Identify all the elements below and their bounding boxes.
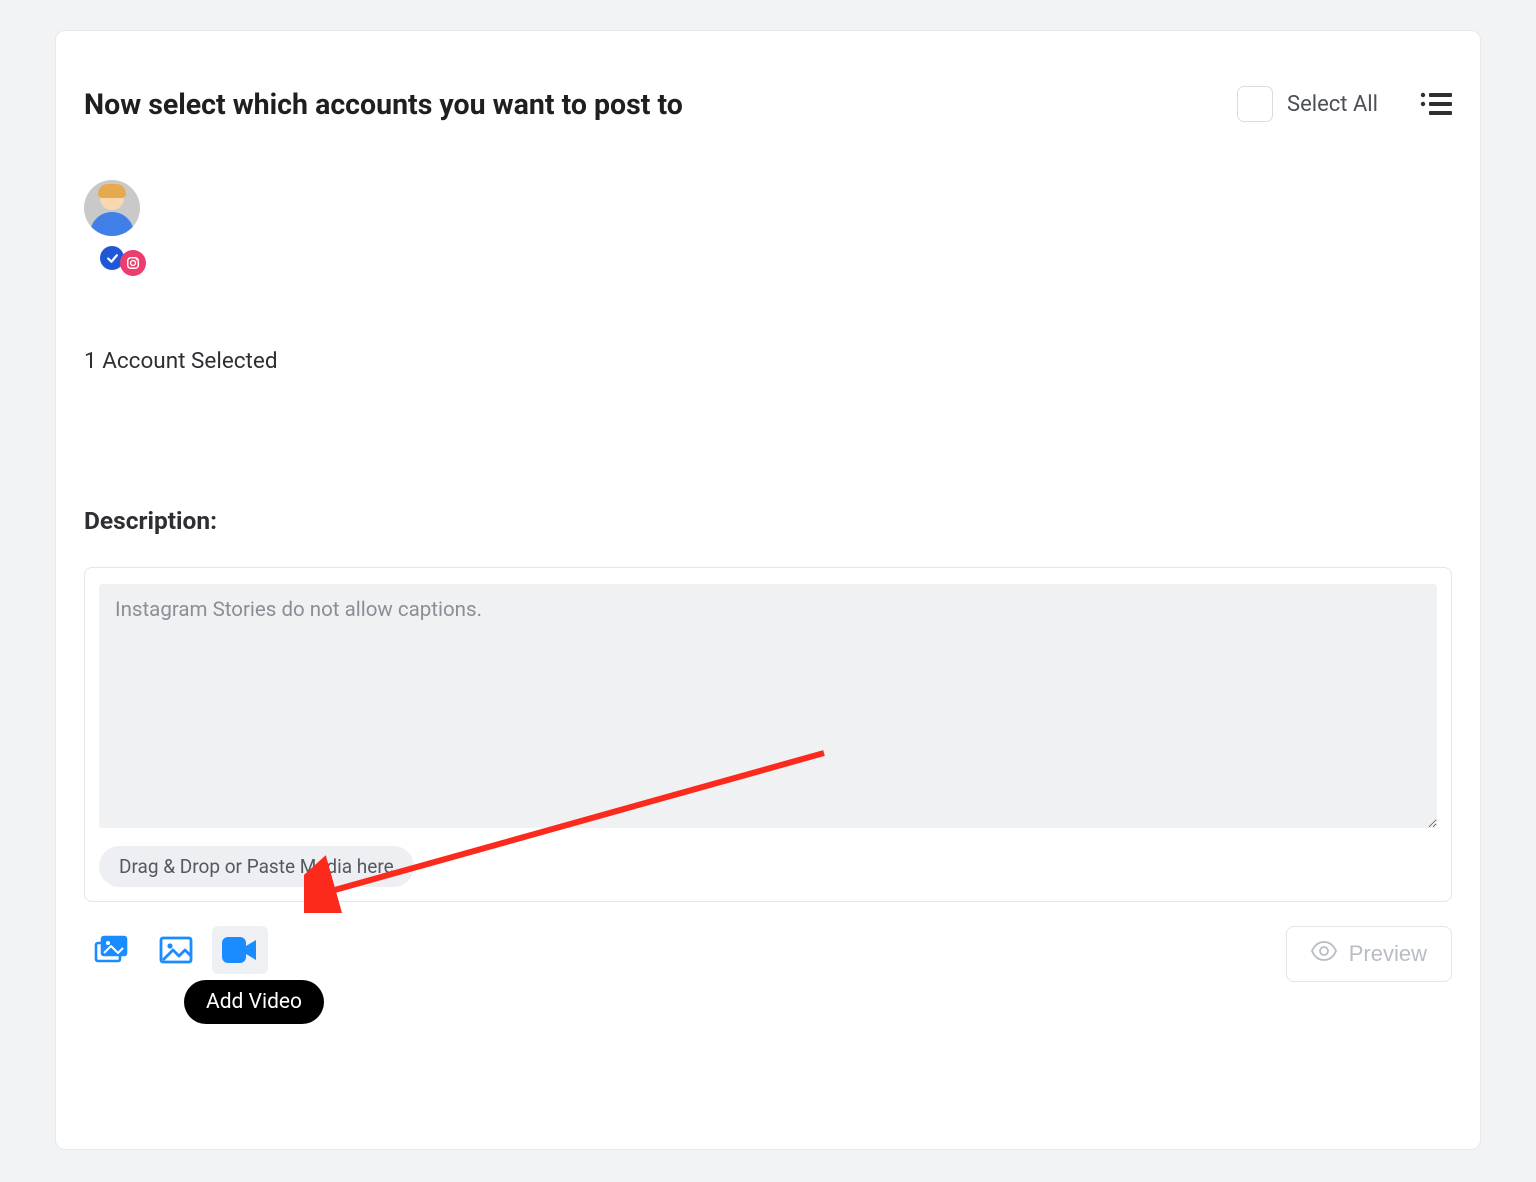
drag-drop-hint[interactable]: Drag & Drop or Paste Media here — [99, 846, 414, 887]
image-icon — [159, 936, 193, 964]
media-library-icon — [94, 935, 130, 965]
add-image-button[interactable] — [148, 926, 204, 974]
bottom-row: Add Video Preview — [84, 926, 1452, 982]
account-avatar-item[interactable] — [84, 180, 140, 270]
description-textarea[interactable] — [99, 584, 1437, 828]
preview-button[interactable]: Preview — [1286, 926, 1452, 982]
tooltip-label: Add Video — [184, 980, 324, 1024]
avatar-icon — [84, 180, 140, 236]
list-view-icon[interactable] — [1420, 91, 1452, 117]
preview-label: Preview — [1349, 941, 1427, 967]
description-box: Drag & Drop or Paste Media here — [84, 567, 1452, 902]
instagram-badge-icon — [120, 250, 146, 276]
video-icon — [222, 937, 258, 963]
add-video-button[interactable] — [212, 926, 268, 974]
eye-icon — [1311, 941, 1337, 967]
post-composer-card: Now select which accounts you want to po… — [55, 30, 1481, 1150]
media-library-button[interactable] — [84, 926, 140, 974]
select-all-label: Select All — [1287, 92, 1378, 117]
page-title: Now select which accounts you want to po… — [84, 88, 683, 121]
add-video-tooltip: Add Video — [184, 980, 324, 1024]
select-all-checkbox[interactable] — [1237, 86, 1273, 122]
header-right: Select All — [1237, 86, 1452, 122]
description-label: Description: — [84, 506, 1452, 535]
select-all-group: Select All — [1237, 86, 1378, 122]
accounts-row — [84, 180, 1452, 270]
selected-count-label: 1 Account Selected — [84, 348, 1452, 374]
media-buttons: Add Video — [84, 926, 268, 974]
header-row: Now select which accounts you want to po… — [84, 86, 1452, 122]
